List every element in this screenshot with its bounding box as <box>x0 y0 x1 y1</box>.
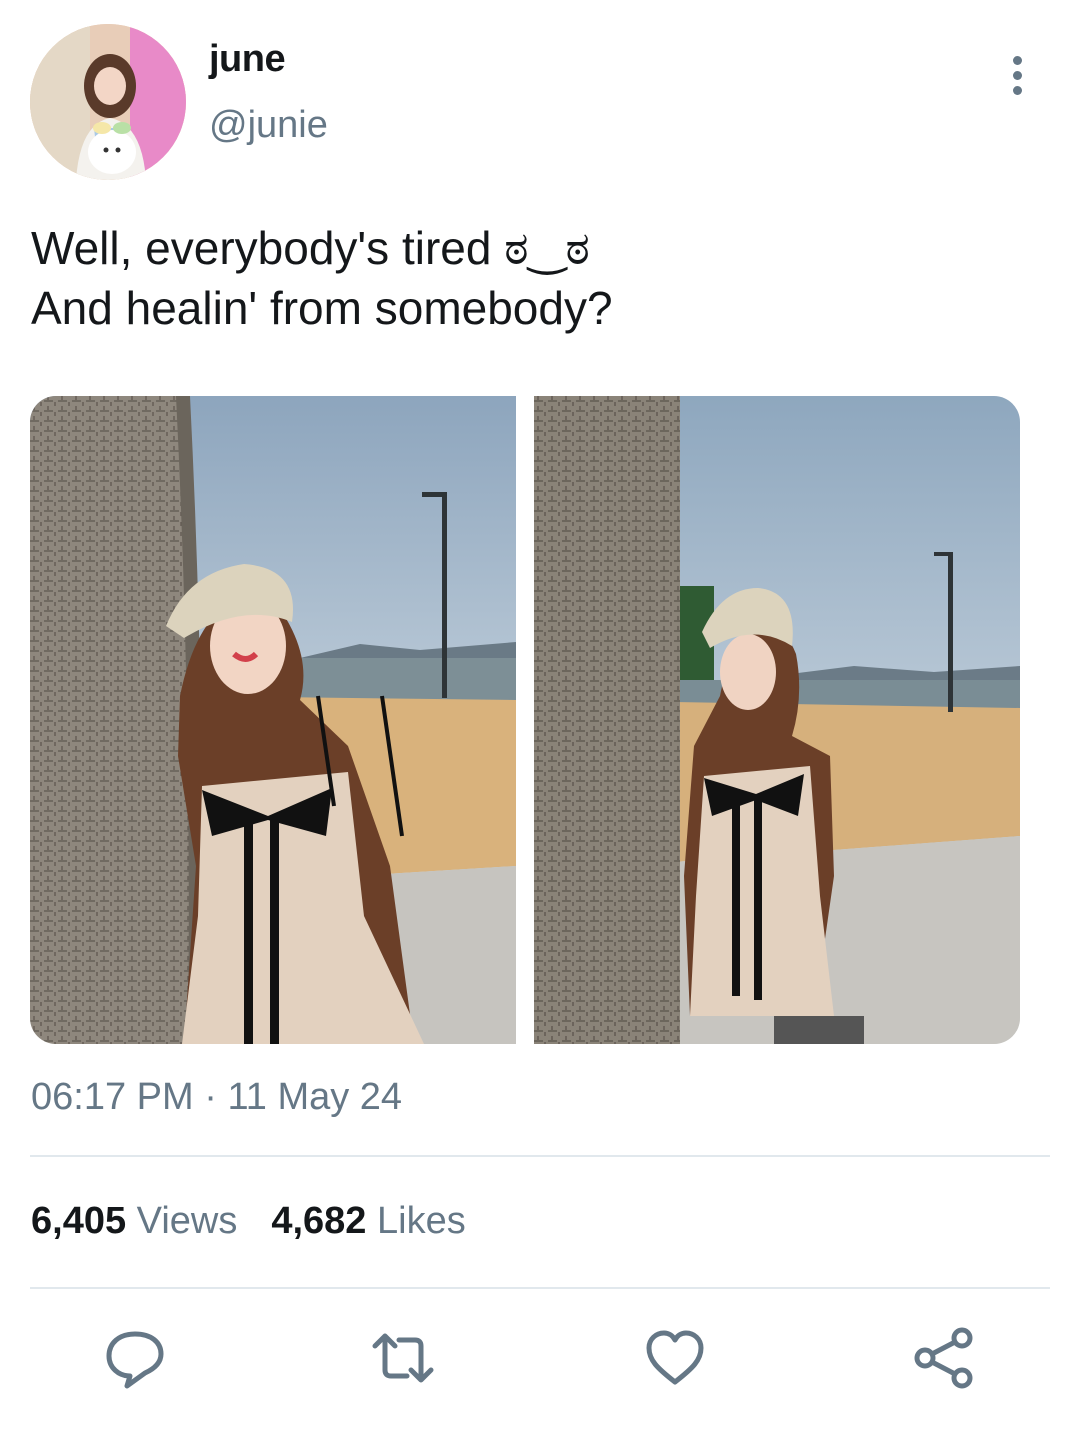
avatar-image <box>30 24 186 180</box>
tweet-line: And healin' from somebody? <box>31 282 613 334</box>
display-name[interactable]: june <box>209 38 286 81</box>
user-handle[interactable]: @junie <box>209 104 328 147</box>
tweet-stats: 6,405 Views 4,682 Likes <box>31 1200 466 1243</box>
tweet-time: 06:17 PM <box>31 1076 194 1118</box>
like-icon[interactable] <box>643 1326 707 1390</box>
share-icon[interactable] <box>912 1326 976 1390</box>
views-stat[interactable]: 6,405 Views <box>31 1200 237 1242</box>
likes-stat[interactable]: 4,682 Likes <box>271 1200 465 1242</box>
media-gallery <box>30 396 1020 1044</box>
retweet-icon[interactable] <box>371 1326 435 1390</box>
likes-count: 4,682 <box>271 1200 367 1242</box>
divider <box>30 1287 1050 1289</box>
likes-label: Likes <box>377 1200 466 1242</box>
photo-2[interactable] <box>534 396 1020 1044</box>
divider <box>30 1155 1050 1157</box>
tweet-line: Well, everybody's tired ಠ‿ಠ <box>31 222 590 274</box>
more-vertical-icon[interactable] <box>1004 56 1030 96</box>
avatar[interactable] <box>30 24 186 180</box>
tweet-text: Well, everybody's tired ಠ‿ಠ And healin' … <box>31 218 1041 338</box>
tweet-timestamp[interactable]: 06:17 PM · 11 May 24 <box>31 1076 402 1119</box>
timestamp-separator: · <box>204 1076 217 1118</box>
reply-icon[interactable] <box>103 1326 167 1390</box>
views-count: 6,405 <box>31 1200 127 1242</box>
tweet-date: 11 May 24 <box>227 1076 403 1118</box>
views-label: Views <box>136 1200 238 1242</box>
photo-1[interactable] <box>30 396 516 1044</box>
